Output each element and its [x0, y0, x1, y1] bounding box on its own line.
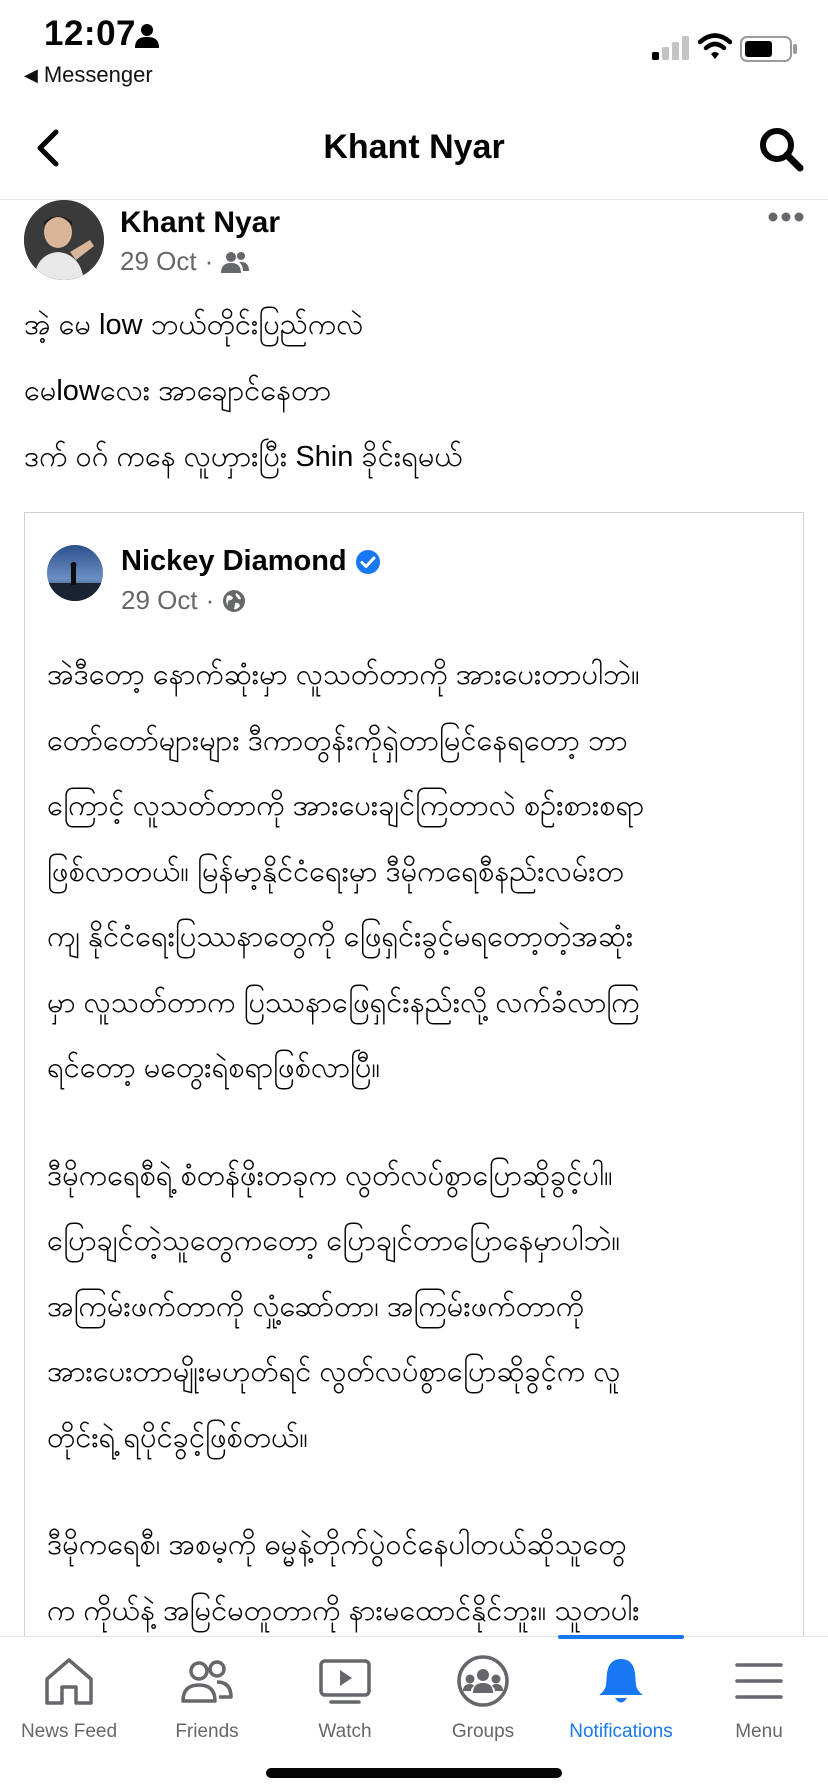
text-line: မှာ လူသတ်တာက ပြဿနာဖြေရှင်းနည်းလို့ လက်ခံ… [47, 986, 640, 1019]
top-header: Khant Nyar [0, 96, 828, 200]
tab-watch[interactable]: Watch [276, 1637, 414, 1757]
post-line: မေlowလေး အာချောင်နေတာ [24, 375, 332, 407]
text-line: ဒီမိုကရေစီ၊ အစမ့ကို ဓမ္မနဲ့တိုက်ပွဲဝင်နေ… [47, 1529, 627, 1561]
watch-icon [319, 1659, 371, 1704]
text-line: တော်တော်များများ ဒီကာတွန်းကိုရှဲတာမြင်နေ… [47, 724, 628, 757]
author-name[interactable]: Khant Nyar [120, 206, 280, 240]
back-to-messenger-link[interactable]: ◀ Messenger [24, 62, 153, 88]
battery-icon [740, 36, 797, 62]
tab-label: Friends [175, 1721, 239, 1742]
shared-post-text: အဲဒီတော့ နောက်ဆုံးမှာ လူသတ်တာကို အားပေးတ… [47, 643, 781, 1636]
shared-post-meta: 29 Oct · [121, 585, 246, 616]
post-meta: 29 Oct · [120, 246, 250, 277]
search-icon[interactable] [758, 126, 804, 172]
menu-icon [735, 1663, 783, 1699]
friends-icon [221, 251, 250, 273]
tab-groups[interactable]: Groups [414, 1637, 552, 1757]
text-line: အဲဒီတော့ နောက်ဆုံးမှာ လူသတ်တာကို အားပေးတ… [47, 659, 640, 691]
paragraph: ဒီမိုကရေစီ၊ အစမ့ကို ဓမ္မနဲ့တိုက်ပွဲဝင်နေ… [47, 1513, 781, 1636]
cellular-signal-icon [652, 36, 689, 60]
tab-menu[interactable]: Menu [690, 1637, 828, 1757]
groups-icon [457, 1655, 509, 1707]
tab-friends[interactable]: Friends [138, 1637, 276, 1757]
shared-author-name-row: Nickey Diamond [121, 545, 381, 578]
text-line: အားပေးတာမျိုးမဟုတ်ရင် လွတ်လပ်စွာပြောဆိုခ… [47, 1356, 621, 1388]
more-options-icon[interactable] [768, 210, 804, 224]
tab-label: News Feed [20, 1721, 118, 1742]
post-line: ဒက် ဝဂ် ကနေ လူဟှားပြီး Shin ခိုင်းရမယ် [24, 441, 463, 473]
post-line: အဲ့ မေ low ဘယ်တိုင်းပြည်ကလဲ [24, 309, 364, 341]
tab-notifications[interactable]: Notifications [552, 1637, 690, 1757]
meta-separator: · [204, 246, 214, 276]
status-bar: 12:07 ◀ Messenger [0, 0, 828, 96]
status-time: 12:07 [44, 14, 137, 53]
shared-post-card[interactable]: Nickey Diamond 29 Oct · အဲဒီတော့ နောက်ဆု… [24, 512, 804, 1636]
shared-post-header: Nickey Diamond 29 Oct · [47, 545, 803, 617]
shared-author-name[interactable]: Nickey Diamond [121, 545, 347, 578]
back-triangle-icon: ◀ [24, 64, 38, 85]
shared-post-date[interactable]: 29 Oct [121, 585, 198, 616]
text-line: ပြောချင်တဲ့သူတွေကတော့ ပြောချင်တာပြောနေမှ… [47, 1225, 621, 1257]
post: Khant Nyar 29 Oct · အဲ့ မေ low ဘယ်တိုင်း… [0, 200, 828, 1636]
tab-label: Groups [451, 1721, 515, 1742]
text-line: ကျ နိုင်ငံရေးပြဿနာတွေကို ဖြေရှင်းခွင့်မရ… [47, 921, 634, 953]
text-line: ဒီမိုကရေစီရဲ့ စံတန်ဖိုးတခုက လွတ်လပ်စွာပြ… [47, 1159, 613, 1192]
tab-label: Watch [318, 1721, 372, 1742]
text-line: အကြမ်းဖက်တာကို လှုံ့ဆော်တာ၊ အကြမ်းဖက်တာက… [47, 1290, 585, 1323]
wifi-icon [698, 33, 732, 59]
page-title: Khant Nyar [323, 128, 505, 166]
author-avatar[interactable] [24, 200, 104, 280]
globe-icon [223, 589, 246, 612]
text-line: ရင်တော့ မတွေးရဲစရာဖြစ်လာပြီ။ [47, 1052, 381, 1084]
post-date[interactable]: 29 Oct [120, 246, 197, 277]
friends-icon [181, 1660, 233, 1703]
text-line: ဖြစ်လာတယ်။ မြန်မာ့နိုင်ငံရေးမှာ ဒီမိုကရေ… [47, 855, 625, 888]
post-header: Khant Nyar 29 Oct · [24, 200, 828, 280]
tab-label: Notifications [569, 1721, 673, 1742]
text-line: က ကိုယ်နဲ့ အမြင်မတူတာကို နားမထောင်နိုင်ဘ… [47, 1594, 640, 1627]
shared-author-avatar[interactable] [47, 545, 103, 601]
paragraph: အဲဒီတော့ နောက်ဆုံးမှာ လူသတ်တာကို အားပေးတ… [47, 643, 781, 1102]
home-indicator[interactable] [266, 1768, 562, 1778]
meta-separator: · [205, 585, 215, 615]
avatar-photo [24, 200, 104, 280]
verified-badge-icon [355, 549, 380, 574]
tab-news-feed[interactable]: News Feed [0, 1637, 138, 1757]
back-app-label: Messenger [43, 62, 153, 87]
post-text: အဲ့ မေ low ဘယ်တိုင်းပြည်ကလဲ မေlowလေး အာခ… [24, 292, 804, 490]
home-icon [45, 1658, 93, 1705]
text-line: တိုင်းရဲ့ ရပိုင်ခွင့်ဖြစ်တယ်။ [47, 1421, 308, 1454]
paragraph: ဒီမိုကရေစီရဲ့ စံတန်ဖိုးတခုက လွတ်လပ်စွာပြ… [47, 1144, 781, 1472]
tab-label: Menu [735, 1721, 783, 1742]
person-icon [135, 24, 159, 48]
shared-avatar-photo [47, 545, 103, 601]
text-line: ကြောင့် လူသတ်တာကို အားပေးချင်ကြတာလဲ စဉ်း… [47, 790, 645, 822]
bell-icon [599, 1659, 643, 1703]
